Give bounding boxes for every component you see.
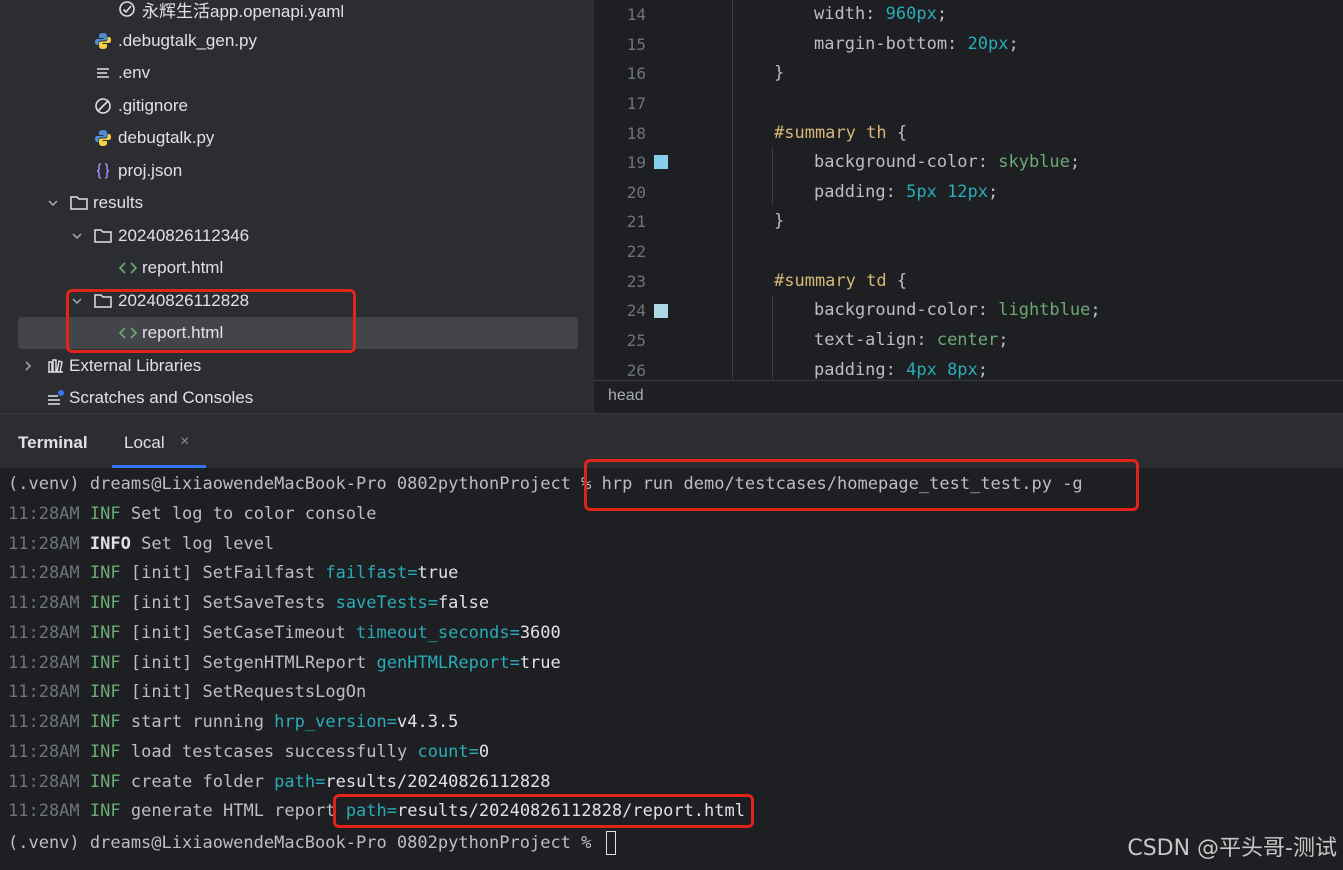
log-line: 11:28AM INF [init] SetCaseTimeout timeou…	[8, 623, 561, 643]
code-line-25: text-align: center;	[814, 330, 1009, 350]
log-line: 11:28AM INF [init] SetgenHTMLReport genH…	[8, 653, 561, 673]
terminal-prompt-line[interactable]: (.venv) dreams@LixiaowendeMacBook-Pro 08…	[8, 831, 616, 855]
color-swatch-skyblue[interactable]	[654, 155, 668, 169]
code-editor[interactable]: 14 15 16 17 18 19 20 21 22 23 24 25 26 w…	[594, 0, 1343, 380]
json-icon	[93, 161, 113, 181]
breadcrumb-item[interactable]: head	[608, 387, 644, 405]
code-line-15: margin-bottom: 20px;	[814, 34, 1019, 54]
editor-gutter: 14 15 16 17 18 19 20 21 22 23 24 25 26	[594, 0, 690, 380]
code-line-23: #summary td {	[774, 271, 908, 291]
log-line: 11:28AM INF [init] SetFailfast failfast=…	[8, 563, 459, 583]
tree-item-label: proj.json	[118, 161, 183, 180]
line-number: 24	[626, 301, 646, 320]
log-line: 11:28AM INF load testcases successfully …	[8, 742, 490, 762]
code-line-20: padding: 5px 12px;	[814, 182, 999, 202]
tree-item-debugtalk-gen[interactable]: .debugtalk_gen.py	[0, 25, 578, 57]
tree-item-label: .debugtalk_gen.py	[118, 31, 257, 50]
tree-item-label: 永辉生活app.openapi.yaml	[142, 1, 345, 21]
line-number: 14	[626, 5, 646, 24]
indent-guide	[772, 146, 773, 206]
chevron-down-icon[interactable]	[70, 229, 84, 243]
line-number: 26	[626, 361, 646, 380]
line-number: 18	[626, 124, 646, 143]
tree-item-env[interactable]: .env	[0, 57, 578, 89]
line-number: 19	[626, 153, 646, 172]
python-icon	[93, 128, 113, 148]
close-icon[interactable]: ×	[180, 433, 189, 451]
tree-item-debugtalk[interactable]: debugtalk.py	[0, 122, 578, 154]
code-line-16: }	[774, 63, 785, 83]
code-line-19: background-color: skyblue;	[814, 152, 1081, 172]
tree-item-folder-20240826112346[interactable]: 20240826112346	[0, 220, 578, 252]
project-tool-window: 永辉生活app.openapi.yaml .debugtalk_gen.py .…	[0, 0, 594, 413]
html-icon	[118, 258, 138, 278]
tree-item-gitignore[interactable]: .gitignore	[0, 90, 578, 122]
tree-item-external-libraries[interactable]: External Libraries	[0, 350, 578, 382]
red-highlight-box-command	[584, 459, 1139, 511]
tree-item-label: .gitignore	[118, 96, 188, 115]
line-number: 17	[626, 94, 646, 113]
log-line: 11:28AM INF start running hrp_version=v4…	[8, 712, 459, 732]
chevron-right-icon[interactable]	[21, 359, 35, 373]
line-number: 21	[626, 212, 646, 231]
terminal-panel-title: Terminal	[18, 433, 88, 452]
tree-item-label: External Libraries	[69, 356, 202, 375]
folder-icon	[69, 193, 89, 213]
openapi-icon	[117, 0, 137, 19]
line-number: 15	[626, 35, 646, 54]
line-number: 16	[626, 64, 646, 83]
tree-item-label: 20240826112346	[118, 226, 250, 245]
python-icon	[93, 31, 113, 51]
tree-item-label: debugtalk.py	[118, 128, 215, 147]
log-line: 11:28AM INF Set log to color console	[8, 504, 377, 524]
tree-item-scratches[interactable]: Scratches and Consoles	[0, 382, 578, 413]
code-line-18: #summary th {	[774, 123, 908, 143]
red-highlight-box-folder	[66, 289, 356, 353]
tree-item-label: .env	[118, 63, 151, 82]
code-line-14: width: 960px;	[814, 4, 948, 24]
color-swatch-lightblue[interactable]	[654, 304, 668, 318]
line-number: 20	[626, 183, 646, 202]
indent-guide	[732, 0, 733, 380]
tree-item-label: Scratches and Consoles	[69, 388, 254, 407]
tree-item-openapi-yaml[interactable]: 永辉生活app.openapi.yaml	[0, 0, 578, 25]
code-line-24: background-color: lightblue;	[814, 300, 1101, 320]
scratches-icon	[46, 388, 66, 408]
terminal-cursor	[605, 831, 616, 855]
library-icon	[46, 356, 66, 376]
code-line-26: padding: 4px 8px;	[814, 360, 989, 380]
line-number: 22	[626, 242, 646, 261]
env-file-icon	[93, 63, 113, 83]
line-number: 23	[626, 272, 646, 291]
gitignore-icon	[93, 96, 113, 116]
editor-breadcrumb[interactable]: head	[594, 380, 1343, 413]
tree-item-proj-json[interactable]: proj.json	[0, 155, 578, 187]
log-line: 11:28AM INF create folder path=results/2…	[8, 772, 551, 792]
folder-icon	[93, 226, 113, 246]
terminal-output[interactable]: (.venv) dreams@LixiaowendeMacBook-Pro 08…	[0, 459, 1343, 870]
tab-local[interactable]: Local ×	[112, 414, 206, 468]
indent-guide	[772, 295, 773, 380]
tree-item-report-html-1[interactable]: report.html	[0, 252, 578, 284]
red-highlight-box-report-path	[333, 794, 754, 828]
log-line: 11:28AM INF [init] SetRequestsLogOn	[8, 682, 367, 702]
chevron-down-icon[interactable]	[46, 196, 60, 210]
tree-item-label: report.html	[142, 258, 224, 277]
code-line-21: }	[774, 211, 785, 231]
line-number: 25	[626, 331, 646, 350]
log-line: 11:28AM INFO Set log level	[8, 534, 275, 554]
tab-label: Local	[124, 433, 165, 452]
watermark: CSDN @平头哥-测试	[1127, 836, 1337, 861]
log-line: 11:28AM INF [init] SetSaveTests saveTest…	[8, 593, 490, 613]
tree-item-results[interactable]: results	[0, 187, 578, 219]
tree-item-label: results	[93, 193, 144, 212]
